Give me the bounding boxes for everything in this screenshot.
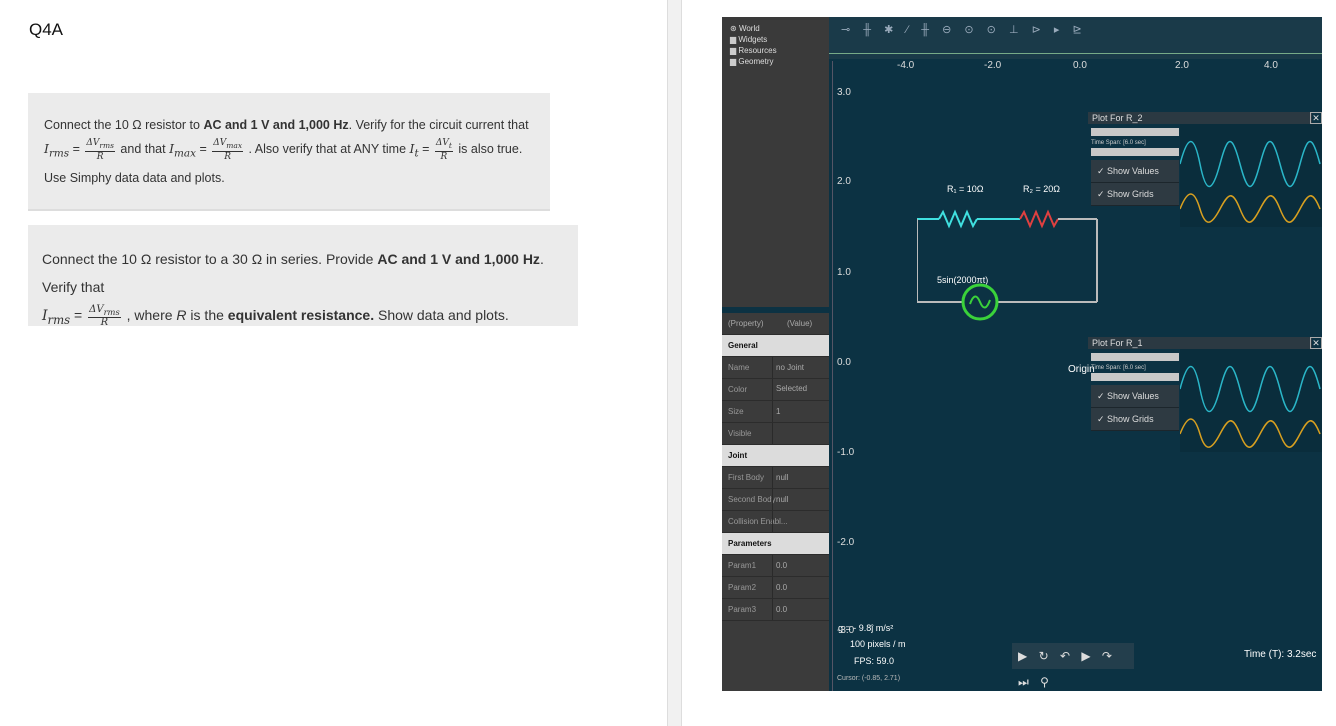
property-row[interactable]: Param2 0.0 bbox=[722, 577, 829, 599]
object-tree: ⊛ World ▆ Widgets ▆ Resources ▆ Geometry bbox=[722, 17, 829, 307]
text: is also true. bbox=[458, 142, 523, 156]
section-parameters[interactable]: Parameters bbox=[722, 533, 829, 555]
x-tick: -2.0 bbox=[984, 60, 1002, 71]
section-joint[interactable]: Joint bbox=[722, 445, 829, 467]
task-box-1: Connect the 10 Ω resistor to AC and 1 V … bbox=[28, 93, 550, 211]
fraction: ΔVrms R bbox=[85, 137, 115, 162]
y-tick: -1.0 bbox=[837, 447, 855, 458]
text: Connect the 10 Ω resistor to a 30 Ω in s… bbox=[42, 251, 378, 267]
option-show-values[interactable]: ✓ Show Values bbox=[1091, 160, 1179, 183]
task-box-2: Connect the 10 Ω resistor to a 30 Ω in s… bbox=[28, 225, 578, 328]
playback-controls[interactable]: ▶ ↻ ↶ ▶ ↷ ⏭ ⚲ bbox=[1012, 643, 1134, 689]
voltage-trace bbox=[1180, 366, 1321, 412]
bold-text: equivalent resistance. bbox=[227, 307, 375, 323]
close-icon[interactable]: ✕ bbox=[1310, 337, 1322, 349]
text: . Verify for the circuit current that bbox=[348, 118, 529, 132]
text: Show data and plots. bbox=[374, 307, 509, 323]
plot-controls: Time Span: [6.0 sec] ✓ Show Values ✓ Sho… bbox=[1091, 128, 1179, 206]
scroll-bar[interactable] bbox=[1091, 353, 1179, 361]
waveform-plot bbox=[1180, 349, 1322, 452]
property-row[interactable]: Name no Joint Selected bbox=[722, 357, 829, 393]
y-tick: 1.0 bbox=[837, 267, 851, 278]
y-tick: -2.0 bbox=[837, 537, 855, 548]
property-row[interactable]: Size 1 bbox=[722, 401, 829, 423]
x-tick: 4.0 bbox=[1264, 60, 1278, 71]
fraction: ΔVrms R bbox=[88, 303, 121, 328]
scroll-bar[interactable] bbox=[1091, 128, 1179, 136]
text: . Also verify that at ANY time bbox=[248, 142, 410, 156]
r-symbol: R bbox=[176, 307, 187, 323]
question-pane: Q4A Connect the 10 Ω resistor to AC and … bbox=[0, 0, 668, 726]
property-row[interactable]: Param1 0.0 bbox=[722, 555, 829, 577]
property-row[interactable]: Visible bbox=[722, 423, 829, 445]
property-row[interactable]: Second Body null bbox=[722, 489, 829, 511]
y-tick: 0.0 bbox=[837, 357, 851, 368]
globe-icon: ⊛ bbox=[730, 24, 739, 33]
split-divider[interactable] bbox=[667, 0, 682, 726]
question-title: Q4A bbox=[29, 20, 64, 39]
tree-item-geometry[interactable]: ▆ Geometry bbox=[722, 56, 829, 67]
text: and that bbox=[120, 142, 170, 156]
waveform-plot bbox=[1180, 124, 1322, 227]
circuit-drawing[interactable] bbox=[917, 182, 1107, 327]
option-show-grids[interactable]: ✓ Show Grids bbox=[1091, 183, 1179, 206]
property-header: (Property) (Value) bbox=[722, 313, 829, 335]
y-tick: 2.0 bbox=[837, 176, 851, 187]
it-symbol: It bbox=[409, 141, 419, 160]
option-show-grids[interactable]: ✓ Show Grids bbox=[1091, 408, 1179, 431]
gravity-label: g = - 9.8ĵ m/s² bbox=[838, 623, 894, 633]
panel-title: Plot For R_2 bbox=[1088, 112, 1312, 124]
resistor-r1 bbox=[938, 209, 978, 229]
y-axis bbox=[832, 61, 833, 691]
tree-item-widgets[interactable]: ▆ Widgets bbox=[722, 34, 829, 45]
text: Use Simphy data data and plots. bbox=[44, 170, 225, 185]
irms-symbol: Irms bbox=[42, 308, 71, 327]
time-slider[interactable] bbox=[1091, 148, 1179, 156]
bold-text: AC and 1 V and 1,000 Hz bbox=[377, 251, 540, 267]
y-tick: 3.0 bbox=[837, 87, 851, 98]
property-row[interactable]: First Body null bbox=[722, 467, 829, 489]
fps-label: FPS: 59.0 bbox=[854, 656, 895, 666]
x-tick: 2.0 bbox=[1175, 60, 1189, 71]
text: is the bbox=[186, 307, 228, 323]
imax-symbol: Imax bbox=[169, 141, 196, 160]
property-table: (Property) (Value) General Name no Joint S… bbox=[722, 313, 829, 691]
plot-panel-r1: Plot For R_1 ✕ Time Span: [6.0 sec] ✓ Sh… bbox=[1088, 337, 1322, 452]
text: , where bbox=[126, 307, 177, 323]
time-span: Time Span: [6.0 sec] bbox=[1091, 140, 1146, 146]
close-icon[interactable]: ✕ bbox=[1310, 112, 1322, 124]
resistor-r2 bbox=[1019, 209, 1059, 229]
irms-symbol: Irms bbox=[44, 141, 70, 160]
property-row[interactable]: Collision Enabl... bbox=[722, 511, 829, 533]
sim-toolbar: ⊸ ╫ ✱ ∕ ╫ ⊖ ⊙ ⊙ ⊥ ⊳ ▸ ⊵ bbox=[829, 17, 1322, 59]
property-row[interactable]: Color bbox=[722, 379, 829, 401]
fraction: ΔVmax R bbox=[212, 137, 244, 162]
time-slider[interactable] bbox=[1091, 373, 1179, 381]
tree-item-world[interactable]: ⊛ World bbox=[722, 23, 829, 34]
text: Connect the 10 Ω resistor to bbox=[44, 118, 204, 132]
tool-icons[interactable]: ⊸ ╫ ✱ ∕ ╫ ⊖ ⊙ ⊙ ⊥ ⊳ ▸ ⊵ bbox=[841, 23, 1087, 36]
x-tick: -4.0 bbox=[897, 60, 915, 71]
option-show-values[interactable]: ✓ Show Values bbox=[1091, 385, 1179, 408]
plot-controls: Time Span: [6.0 sec] ✓ Show Values ✓ Sho… bbox=[1091, 353, 1179, 431]
time-readout: Time (T): 3.2sec bbox=[1244, 649, 1317, 660]
panel-title: Plot For R_1 bbox=[1088, 337, 1312, 349]
current-trace bbox=[1180, 418, 1321, 448]
x-tick: 0.0 bbox=[1073, 60, 1087, 71]
property-row[interactable]: Param3 0.0 bbox=[722, 599, 829, 621]
tree-item-resources[interactable]: ▆ Resources bbox=[722, 45, 829, 56]
fraction: ΔVt R bbox=[434, 137, 453, 162]
section-general[interactable]: General bbox=[722, 335, 829, 357]
voltage-trace bbox=[1180, 141, 1321, 187]
bold-text: AC and 1 V and 1,000 Hz bbox=[203, 118, 349, 132]
simphy-screenshot: ⊛ World ▆ Widgets ▆ Resources ▆ Geometry… bbox=[722, 17, 1322, 691]
time-span: Time Span: [6.0 sec] bbox=[1091, 365, 1146, 371]
scale-label: 100 pixels / m bbox=[850, 639, 906, 649]
cursor-readout: Cursor: (-0.85, 2.71) bbox=[837, 675, 901, 682]
current-trace bbox=[1180, 193, 1321, 223]
plot-panel-r2: Plot For R_2 ✕ Time Span: [6.0 sec] ✓ Sh… bbox=[1088, 112, 1322, 227]
